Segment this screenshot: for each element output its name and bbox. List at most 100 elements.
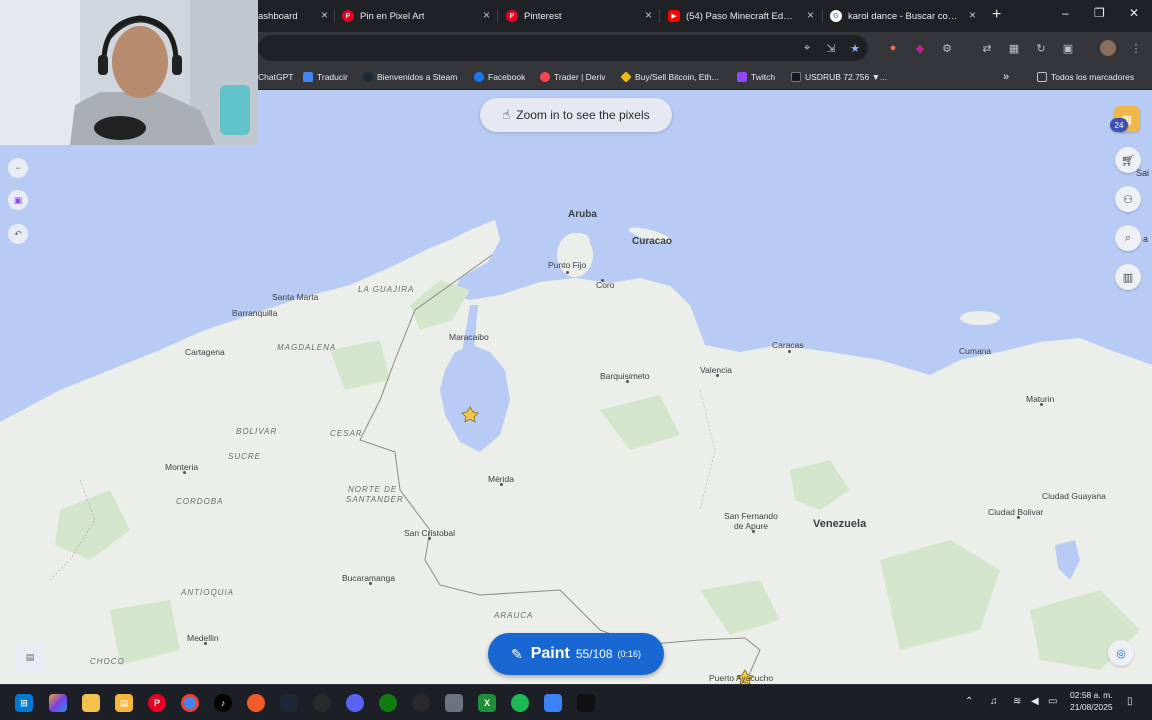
screen: ashboard × P Pin en Pixel Art × P Pinter…	[0, 0, 1152, 720]
excel-icon[interactable]: X	[478, 694, 496, 712]
bookmarks-overflow-button[interactable]: »	[1003, 69, 1009, 85]
side-panel-icon[interactable]: ▣	[1061, 41, 1075, 55]
bookmark-label: Twitch	[751, 72, 776, 82]
app-icon[interactable]	[445, 694, 463, 712]
palette-toggle-button[interactable]: ▤	[15, 642, 45, 672]
bookmark-twitch[interactable]: Twitch	[737, 69, 775, 85]
grid-icon[interactable]: ▦	[1007, 41, 1021, 55]
epic-icon[interactable]	[313, 694, 331, 712]
bookmark-binance[interactable]: Buy/Sell Bitcoin, Eth...	[620, 69, 719, 85]
address-bar[interactable]	[258, 35, 868, 61]
extension-icon[interactable]: ●	[886, 41, 900, 55]
taskbar-clock[interactable]: 02:58 a. m. 21/08/2025	[1070, 689, 1113, 713]
tab-title: Pinterest	[524, 10, 562, 22]
search-map-icon[interactable]: ⌕	[1115, 225, 1141, 251]
map-label-cordoba: CORDOBA	[176, 497, 224, 506]
app-icon[interactable]	[544, 694, 562, 712]
map-label-choco: CHOCO	[90, 657, 125, 666]
bookmark-label: Facebook	[488, 72, 526, 82]
pinterest-icon[interactable]: P	[148, 694, 166, 712]
steam-icon[interactable]	[280, 694, 298, 712]
translate-icon	[303, 72, 313, 82]
maximize-button[interactable]: ❐	[1094, 6, 1105, 20]
extension-icon[interactable]: ◆	[913, 41, 927, 55]
spotify-icon[interactable]	[511, 694, 529, 712]
close-icon[interactable]: ×	[645, 8, 652, 22]
install-app-icon[interactable]: ⇲	[824, 41, 838, 55]
twitch-icon[interactable]: ▣	[8, 190, 28, 210]
close-icon[interactable]: ×	[807, 8, 814, 22]
close-icon[interactable]: ×	[321, 8, 328, 22]
copilot-icon[interactable]	[49, 694, 67, 712]
windows-start-icon[interactable]: ⊞	[15, 694, 33, 712]
chrome-icon[interactable]	[181, 694, 199, 712]
community-icon[interactable]: ⚇	[1115, 186, 1141, 212]
close-window-button[interactable]: ✕	[1129, 6, 1139, 20]
facebook-icon	[474, 72, 484, 82]
tab-dashboard[interactable]: ashboard ×	[258, 4, 328, 28]
locate-me-icon[interactable]: ◎	[1108, 640, 1134, 666]
bookmark-chatgpt[interactable]: ChatGPT	[258, 69, 293, 85]
crunchyroll-icon[interactable]	[247, 694, 265, 712]
notifications-icon[interactable]: ▯	[1127, 696, 1133, 707]
bookmark-facebook[interactable]: Facebook	[474, 69, 525, 85]
undo-icon[interactable]: ↶	[8, 224, 28, 244]
tab-minecraft-youtube[interactable]: ▶ (54) Paso Minecraft Educati ×	[668, 4, 814, 28]
brush-icon: ✎	[510, 645, 523, 662]
new-tab-button[interactable]: +	[992, 6, 1001, 24]
map-label-medellin: Medellin	[187, 633, 219, 643]
zoom-out-button[interactable]: −	[8, 158, 28, 178]
minimize-button[interactable]: –	[1062, 6, 1069, 20]
profile-avatar[interactable]	[1100, 40, 1116, 56]
bookmark-star-icon[interactable]: ★	[848, 41, 862, 55]
xbox-icon[interactable]	[379, 694, 397, 712]
city-dot	[428, 537, 431, 540]
tab-title: (54) Paso Minecraft Educati	[686, 10, 794, 22]
tab-pin-en-pixel-art[interactable]: P Pin en Pixel Art ×	[342, 4, 490, 28]
bookmark-deriv[interactable]: Trader | Deriv	[540, 69, 606, 85]
tiktok-icon[interactable]: ♪	[214, 694, 232, 712]
taskbar: ⊞ ▤ P ♪ X ⌃ ♫ ≋ ◀ ▭ 02:58 a. m. 21/08/20…	[0, 684, 1152, 720]
bookmark-usdrub[interactable]: USDRUB 72.756 ▼...	[791, 69, 887, 85]
binance-icon	[620, 71, 632, 83]
close-icon[interactable]: ×	[483, 8, 490, 22]
discord-icon[interactable]	[346, 694, 364, 712]
map-label-venezuela: Venezuela	[813, 518, 867, 530]
tray-overflow-icon[interactable]: ⌃	[965, 696, 973, 707]
close-icon[interactable]: ×	[969, 8, 976, 22]
bookmark-label: Traducir	[317, 72, 348, 82]
bookmark-label: ChatGPT	[258, 72, 294, 82]
map-label-barquisimeto: Barquisimeto	[600, 371, 650, 381]
file-explorer-icon[interactable]	[82, 694, 100, 712]
city-dot	[626, 380, 629, 383]
chatgpt-icon[interactable]	[412, 694, 430, 712]
paint-button[interactable]: ✎ Paint 55/108 (0:16)	[488, 633, 664, 675]
microphone-icon[interactable]: ♫	[990, 696, 998, 707]
all-bookmarks-button[interactable]: Todos los marcadores	[1037, 69, 1134, 85]
reload-icon[interactable]: ↻	[1034, 41, 1048, 55]
store-icon[interactable]: ▤	[115, 694, 133, 712]
tab-google-search[interactable]: G karol dance - Buscar con G ×	[830, 4, 976, 28]
wifi-icon[interactable]: ≋	[1013, 696, 1021, 707]
capcut-icon[interactable]	[577, 694, 595, 712]
translate-icon[interactable]: ⇄	[980, 41, 994, 55]
bookmark-steam[interactable]: Bienvenidos a Steam	[363, 69, 457, 85]
bookmark-traducir[interactable]: Traducir	[303, 69, 348, 85]
webcam-feed	[0, 0, 258, 145]
volume-icon[interactable]: ◀	[1031, 696, 1039, 707]
pixel-map[interactable]: Aruba Curacao Punto Fijo Coro LA GUAJIRA…	[0, 90, 1152, 684]
bookmark-label: USDRUB 72.756 ▼...	[805, 72, 888, 82]
paraguana-peninsula	[557, 233, 593, 277]
leaderboard-icon[interactable]: ▥	[1115, 264, 1141, 290]
zoom-in-hint[interactable]: ☝ Zoom in to see the pixels	[480, 98, 672, 132]
paint-timer: (0:16)	[617, 649, 642, 659]
map-label-aruba: Aruba	[568, 209, 597, 220]
menu-kebab-icon[interactable]: ⋮	[1129, 41, 1143, 55]
location-icon[interactable]: ⌖	[800, 41, 814, 55]
extensions-puzzle-icon[interactable]: ⚙	[940, 41, 954, 55]
battery-icon[interactable]: ▭	[1048, 696, 1057, 707]
margarita-island	[960, 311, 1000, 325]
map-label-de-apure: de Apure	[734, 521, 769, 531]
city-dot	[204, 642, 207, 645]
tab-pinterest[interactable]: P Pinterest ×	[506, 4, 652, 28]
